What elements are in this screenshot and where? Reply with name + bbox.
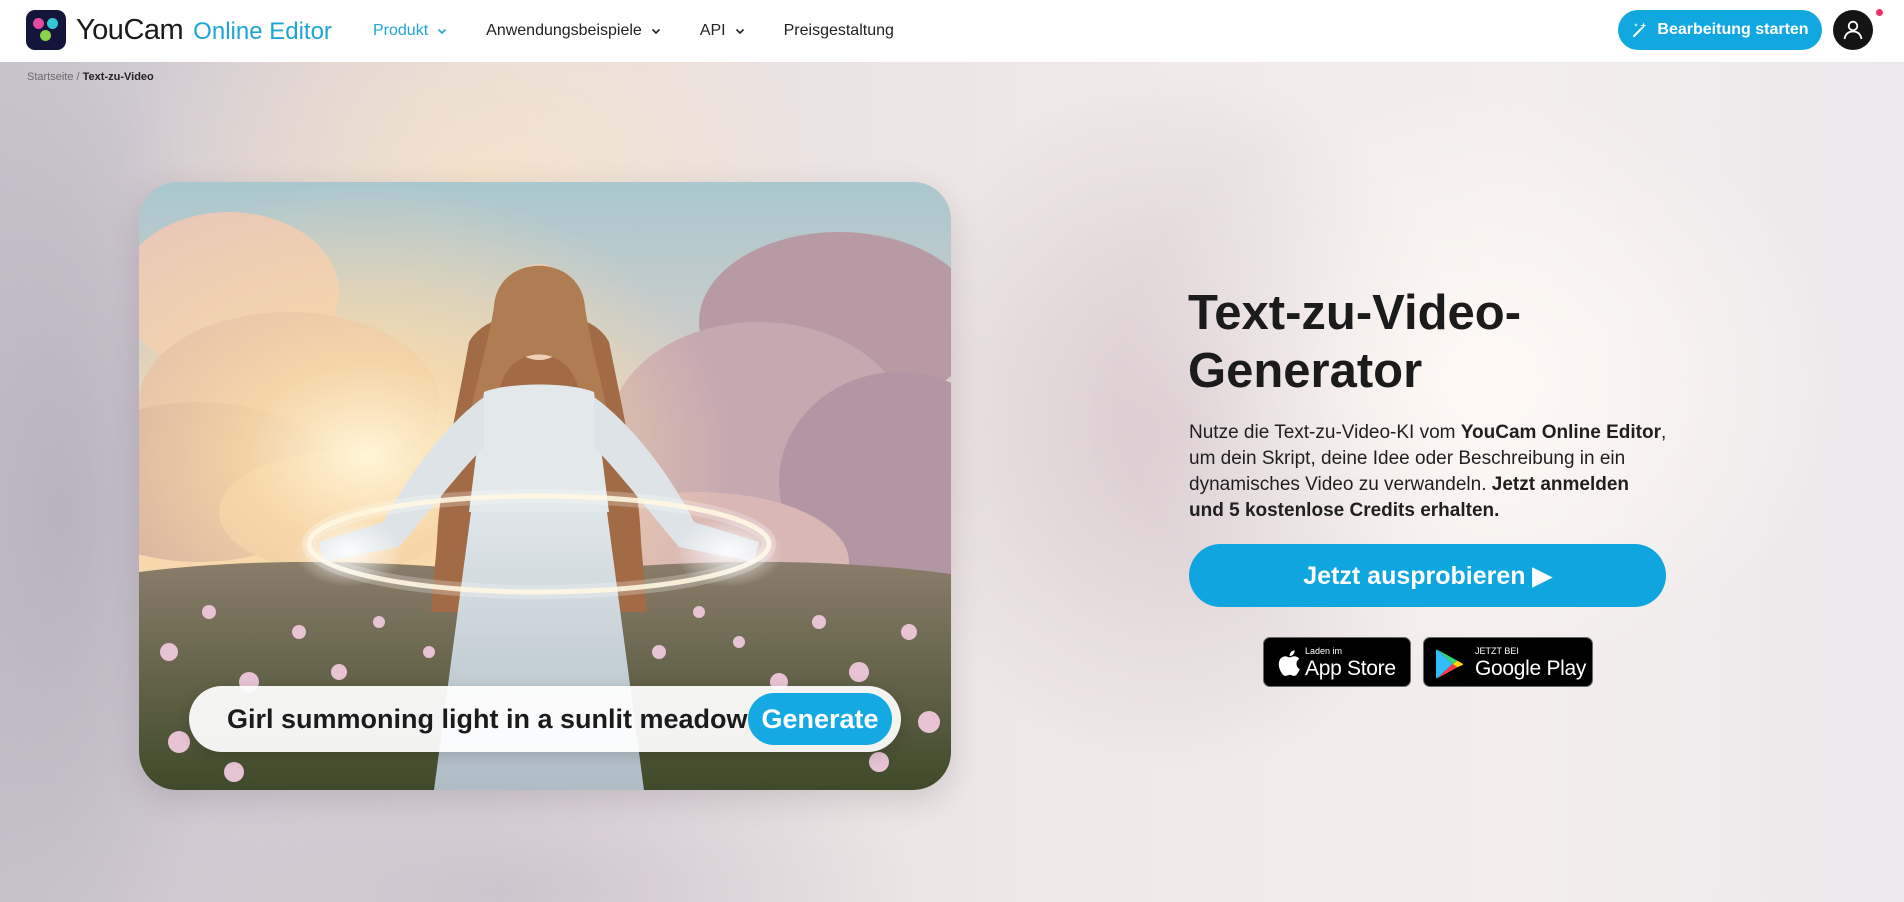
nav-label: Preisgestaltung [783,22,894,39]
chevron-down-icon [438,28,447,35]
try-now-button[interactable]: Jetzt ausprobieren ▶ [1189,544,1666,607]
breadcrumb-current: Text-zu-Video [82,71,154,83]
top-navigation-bar: YouCam Online Editor Produkt Anwendungsb… [0,0,1904,62]
google-play-small-text: JETZT BEI [1475,646,1519,656]
generate-button: Generate [748,693,892,745]
main-nav: Produkt Anwendungsbeispiele API Preisges… [373,0,932,62]
notification-dot [1876,9,1883,16]
breadcrumb-separator: / [76,71,80,83]
nav-label: API [699,22,726,39]
chevron-down-icon [735,28,744,35]
page-title: Text-zu-Video-Generator [1188,286,1522,398]
google-play-icon [1436,649,1464,679]
start-editing-button[interactable]: Bearbeitung starten [1618,10,1822,50]
magic-wand-icon [1633,22,1647,37]
logo-sub-text: Online Editor [193,17,332,45]
youcam-logo[interactable]: YouCam Online Editor [26,10,332,50]
nav-item-api[interactable]: API [700,22,746,40]
prompt-input-bar: Girl summoning light in a sunlit meadow … [189,686,901,752]
nav-item-preisgestaltung[interactable]: Preisgestaltung [784,22,894,40]
hero-video-preview: Girl summoning light in a sunlit meadow … [139,182,951,790]
app-store-small-text: Laden im [1305,646,1343,656]
nav-label: Produkt [373,22,429,39]
breadcrumb-home[interactable]: Startseite [27,71,73,83]
logo-wordmark: YouCam Online Editor [76,14,332,47]
nav-item-produkt[interactable]: Produkt [373,22,448,40]
nav-item-anwendungsbeispiele[interactable]: Anwendungsbeispiele [486,22,662,40]
breadcrumb: Startseite / Text-zu-Video [27,71,154,83]
apple-icon [1278,650,1300,676]
user-avatar-button[interactable] [1833,10,1873,50]
page-description: Nutze die Text-zu-Video-KI vom YouCam On… [1189,420,1669,524]
desc-text: Nutze die Text-zu-Video-KI vom [1189,422,1461,443]
user-icon [1843,20,1863,40]
app-store-badge[interactable]: Laden im App Store [1263,637,1411,687]
app-store-big-text: App Store [1305,657,1396,680]
chevron-down-icon [651,28,660,35]
desc-brand: YouCam Online Editor [1460,422,1661,443]
youcam-logo-icon [26,10,66,50]
google-play-badge[interactable]: JETZT BEI Google Play [1423,637,1593,687]
nav-label: Anwendungsbeispiele [486,22,642,39]
logo-brand-text: YouCam [76,13,184,46]
prompt-text: Girl summoning light in a sunlit meadow [227,704,748,734]
start-editing-label: Bearbeitung starten [1657,21,1809,38]
google-play-big-text: Google Play [1475,657,1587,680]
